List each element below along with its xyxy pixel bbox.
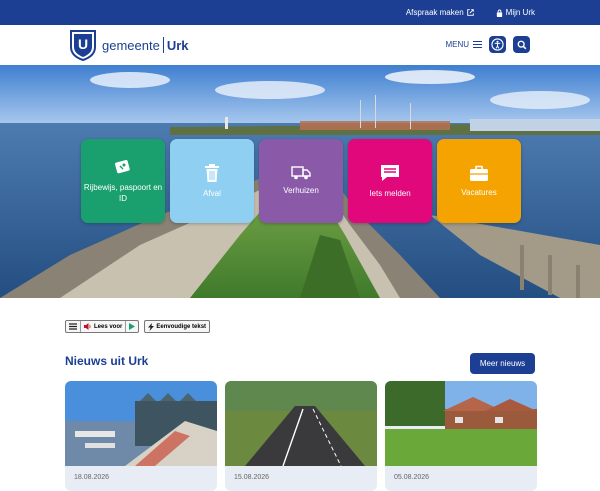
readspeaker-bar: Lees voor Eenvoudige tekst <box>65 320 211 333</box>
read-aloud-button[interactable]: Lees voor <box>81 321 127 332</box>
top-bar: Afspraak maken Mijn Urk <box>0 0 600 25</box>
play-button[interactable] <box>126 321 138 332</box>
tile-label: Verhuizen <box>283 185 319 195</box>
moving-truck-icon <box>291 165 311 179</box>
simple-text-button[interactable]: Eenvoudige tekst <box>144 320 211 333</box>
speaker-icon <box>84 323 91 330</box>
header-actions: MENU <box>445 36 530 53</box>
menu-icon <box>69 323 77 330</box>
tile-label: Iets melden <box>369 188 411 198</box>
logo-name: Urk <box>166 37 189 53</box>
tile-label: Rijbewijs, paspoort en ID <box>83 183 163 203</box>
external-link-icon <box>466 9 474 16</box>
simple-text-label: Eenvoudige tekst <box>156 323 207 330</box>
hamburger-icon[interactable] <box>473 40 482 49</box>
appointment-link[interactable]: Afspraak maken <box>406 8 474 17</box>
readspeaker-menu-button[interactable] <box>66 321 81 332</box>
search-button[interactable] <box>513 36 530 53</box>
read-aloud-control: Lees voor <box>65 320 140 333</box>
top-links: Afspraak maken Mijn Urk <box>406 8 535 17</box>
tile-moving[interactable]: Verhuizen <box>259 139 343 223</box>
message-icon <box>381 164 399 181</box>
municipality-logo[interactable]: U gemeente Urk <box>69 29 189 61</box>
search-icon <box>517 40 526 49</box>
account-link[interactable]: Mijn Urk <box>496 8 535 17</box>
accessibility-icon <box>491 38 504 51</box>
service-tiles: Rijbewijs, paspoort en ID Afval Verhuize… <box>81 139 521 223</box>
news-image-road <box>225 381 377 466</box>
lightning-icon <box>148 322 155 331</box>
urk-shield-icon: U <box>70 30 96 61</box>
tile-label: Afval <box>203 188 221 198</box>
play-icon <box>129 323 136 330</box>
tile-label: Vacatures <box>461 187 497 197</box>
site-header: U gemeente Urk MENU <box>0 25 600 65</box>
account-label: Mijn Urk <box>505 8 535 17</box>
news-card[interactable]: 15.08.2026 <box>225 381 377 491</box>
news-card[interactable]: 18.08.2026 <box>65 381 217 491</box>
briefcase-icon <box>470 165 488 181</box>
news-image-harbour <box>65 381 217 466</box>
lock-icon <box>496 9 502 17</box>
tile-license-passport-id[interactable]: Rijbewijs, paspoort en ID <box>81 139 165 223</box>
tile-vacancies[interactable]: Vacatures <box>437 139 521 223</box>
logo-prefix: gemeente <box>102 37 160 53</box>
accessibility-button[interactable] <box>489 36 506 53</box>
id-card-icon <box>115 160 130 174</box>
more-news-button[interactable]: Meer nieuws <box>470 353 535 374</box>
appointment-label: Afspraak maken <box>405 8 464 17</box>
read-aloud-label: Lees voor <box>94 323 123 330</box>
shield-letter: U <box>78 36 88 52</box>
news-title: Nieuws uit Urk <box>65 354 149 368</box>
news-cards: 18.08.2026 15.08.2026 05.08.2026 <box>65 381 537 491</box>
menu-label[interactable]: MENU <box>445 40 469 49</box>
tile-report[interactable]: Iets melden <box>348 139 432 223</box>
news-card[interactable]: 05.08.2026 <box>385 381 537 491</box>
news-image-building <box>385 381 537 466</box>
tile-waste[interactable]: Afval <box>170 139 254 223</box>
trash-icon <box>205 163 219 182</box>
